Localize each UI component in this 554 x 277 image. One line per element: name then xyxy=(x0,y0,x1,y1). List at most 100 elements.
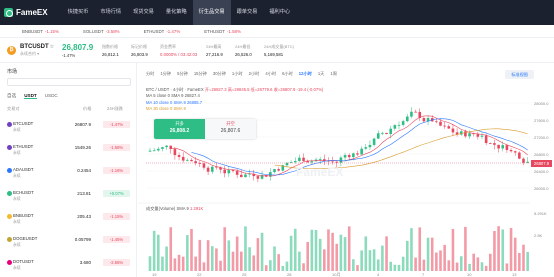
volume-bar xyxy=(285,261,289,271)
volume-bar xyxy=(256,238,260,271)
row-change: +0.07% xyxy=(103,190,130,197)
candle-body xyxy=(256,176,260,179)
price-axis-label: 27200.0 xyxy=(534,135,549,140)
volume-bar xyxy=(472,253,475,271)
candle-body xyxy=(513,151,517,153)
ticker-change: -3.58% xyxy=(105,28,120,34)
favorite-star-icon[interactable]: ☆ xyxy=(50,44,54,50)
candle-body xyxy=(240,174,243,178)
ticker-3[interactable]: ETHUSDT -1.58% xyxy=(204,29,241,34)
volume-bar xyxy=(356,265,359,271)
time-axis-label: 25 xyxy=(242,272,247,277)
ticker-change: -1.15% xyxy=(44,28,59,34)
pair-selector[interactable]: BTCUSDT☆ 永续合约 ▾ xyxy=(20,44,62,57)
market-tab-1[interactable]: USDT xyxy=(24,93,37,99)
volume-bar xyxy=(198,239,202,271)
volume-bar xyxy=(235,236,239,271)
header-pair: 交易对 xyxy=(7,106,20,111)
ticker-0[interactable]: BNBUSDT -1.15% xyxy=(22,29,59,34)
row-symbol: BCHUSDT xyxy=(13,190,34,195)
row-price: 0.2454 xyxy=(77,168,91,173)
row-symbol: DOGEUSDT xyxy=(13,236,38,241)
volume-bar xyxy=(314,230,318,271)
nav-item-4[interactable]: 衍生品交易 xyxy=(192,0,231,25)
stat-label: 标记价格 xyxy=(131,43,147,49)
market-row[interactable]: BCHUSDT 永续 213.81 +0.07% xyxy=(0,185,137,209)
market-row[interactable]: DOTUSDT 永续 3.680 -2.56% xyxy=(0,254,137,277)
ma30-line xyxy=(274,128,528,169)
contract-type[interactable]: 永续合约 ▾ xyxy=(20,51,62,57)
nav-item-0[interactable]: 快捷买币 xyxy=(62,0,95,25)
volume-bar xyxy=(152,230,156,271)
row-price: 205.43 xyxy=(77,214,91,219)
volume-axis-label: 2.5K xyxy=(534,233,543,238)
market-tab-2[interactable]: USDC xyxy=(45,93,58,99)
market-row[interactable]: BNBUSDT 永续 205.43 -1.15% xyxy=(0,208,137,232)
volume-bar xyxy=(165,246,168,271)
market-search-input[interactable] xyxy=(7,78,131,86)
ticker-symbol: ETHUSDT xyxy=(143,28,165,34)
candle-body xyxy=(443,125,446,127)
volume-bar xyxy=(455,262,459,271)
ticker-2[interactable]: ETHUSDT -1.47% xyxy=(144,29,181,34)
long-price: 26,808.2 xyxy=(169,128,190,134)
volume-bar xyxy=(484,265,488,271)
candle-body xyxy=(526,161,529,163)
open-short-button[interactable]: 开空 26,807.6 xyxy=(205,119,256,139)
volume-bar xyxy=(327,229,330,271)
volume-bar xyxy=(289,235,293,271)
nav-item-1[interactable]: 市场行情 xyxy=(94,0,127,25)
market-row[interactable]: ADAUSDT 永续 0.2454 -1.16% xyxy=(0,162,137,186)
volume-bar xyxy=(518,252,521,271)
open-long-button[interactable]: 开多 26,808.2 xyxy=(154,119,205,139)
stat-2: 资金费率 0.0000% / 03:42:03 xyxy=(160,44,206,57)
candle-body xyxy=(227,170,231,174)
row-price: 0.05799 xyxy=(74,237,91,242)
row-price: 3.680 xyxy=(79,260,91,265)
chart-watermark: FameEX xyxy=(296,165,344,179)
logo-text: FameEX xyxy=(16,8,48,17)
ticker-change: -1.47% xyxy=(166,28,181,34)
volume-bar xyxy=(522,244,525,271)
candle-body xyxy=(210,166,214,172)
ticker-1[interactable]: SOLUSDT -3.58% xyxy=(83,29,120,34)
volume-bar xyxy=(372,249,376,271)
volume-bar xyxy=(161,256,164,271)
market-tab-0[interactable]: 自选 xyxy=(7,93,16,99)
row-change: -1.16% xyxy=(103,167,130,174)
main-nav: 快捷买币 市场行情 现货交易 量化策略 衍生品交易 跟单交易 福利中心 xyxy=(62,0,297,25)
nav-item-5[interactable]: 跟单交易 xyxy=(231,0,264,25)
market-row[interactable]: ETHUSDT 永续 1549.26 -1.58% xyxy=(0,139,137,163)
candle-body xyxy=(177,155,181,157)
pair-stats: 指数价格 26,812.1 标记价格 26,803.9 资金费率 0.0000% / 03… xyxy=(102,43,294,57)
candle-body xyxy=(335,161,339,163)
coin-icon xyxy=(7,122,12,127)
stat-label: 24H最高 xyxy=(206,43,222,49)
coin-icon xyxy=(7,168,12,173)
nav-item-3[interactable]: 量化策略 xyxy=(160,0,193,25)
candle-body xyxy=(235,171,239,175)
row-contract-tag: 永续 xyxy=(13,243,21,247)
market-row[interactable]: BTCUSDT 永续 26807.9 -1.47% xyxy=(0,116,137,140)
nav-item-2[interactable]: 现货交易 xyxy=(127,0,160,25)
last-price: 26,807.9 xyxy=(62,42,94,52)
nav-item-6[interactable]: 福利中心 xyxy=(263,0,296,25)
candle-body xyxy=(484,135,488,144)
candle-body xyxy=(152,150,156,152)
volume-bar xyxy=(219,260,222,271)
logo-icon xyxy=(4,8,13,17)
volume-legend: 成交量(Volume) SMA 9 1.291K xyxy=(146,206,204,211)
volume-bar xyxy=(376,259,380,271)
volume-bar xyxy=(406,240,409,271)
candle-body xyxy=(385,132,388,135)
row-symbol: ETHUSDT xyxy=(13,144,34,149)
row-contract-tag: 永续 xyxy=(13,174,21,178)
logo[interactable]: FameEX xyxy=(4,8,48,17)
row-price: 1549.26 xyxy=(74,145,91,150)
stat-label: 指数价格 xyxy=(102,43,118,49)
market-row[interactable]: DOGEUSDT 永续 0.05799 -1.45% xyxy=(0,231,137,255)
volume-bar xyxy=(497,226,500,271)
volume-bar xyxy=(273,246,276,271)
volume-bar xyxy=(190,228,193,271)
volume-bar xyxy=(181,256,185,271)
